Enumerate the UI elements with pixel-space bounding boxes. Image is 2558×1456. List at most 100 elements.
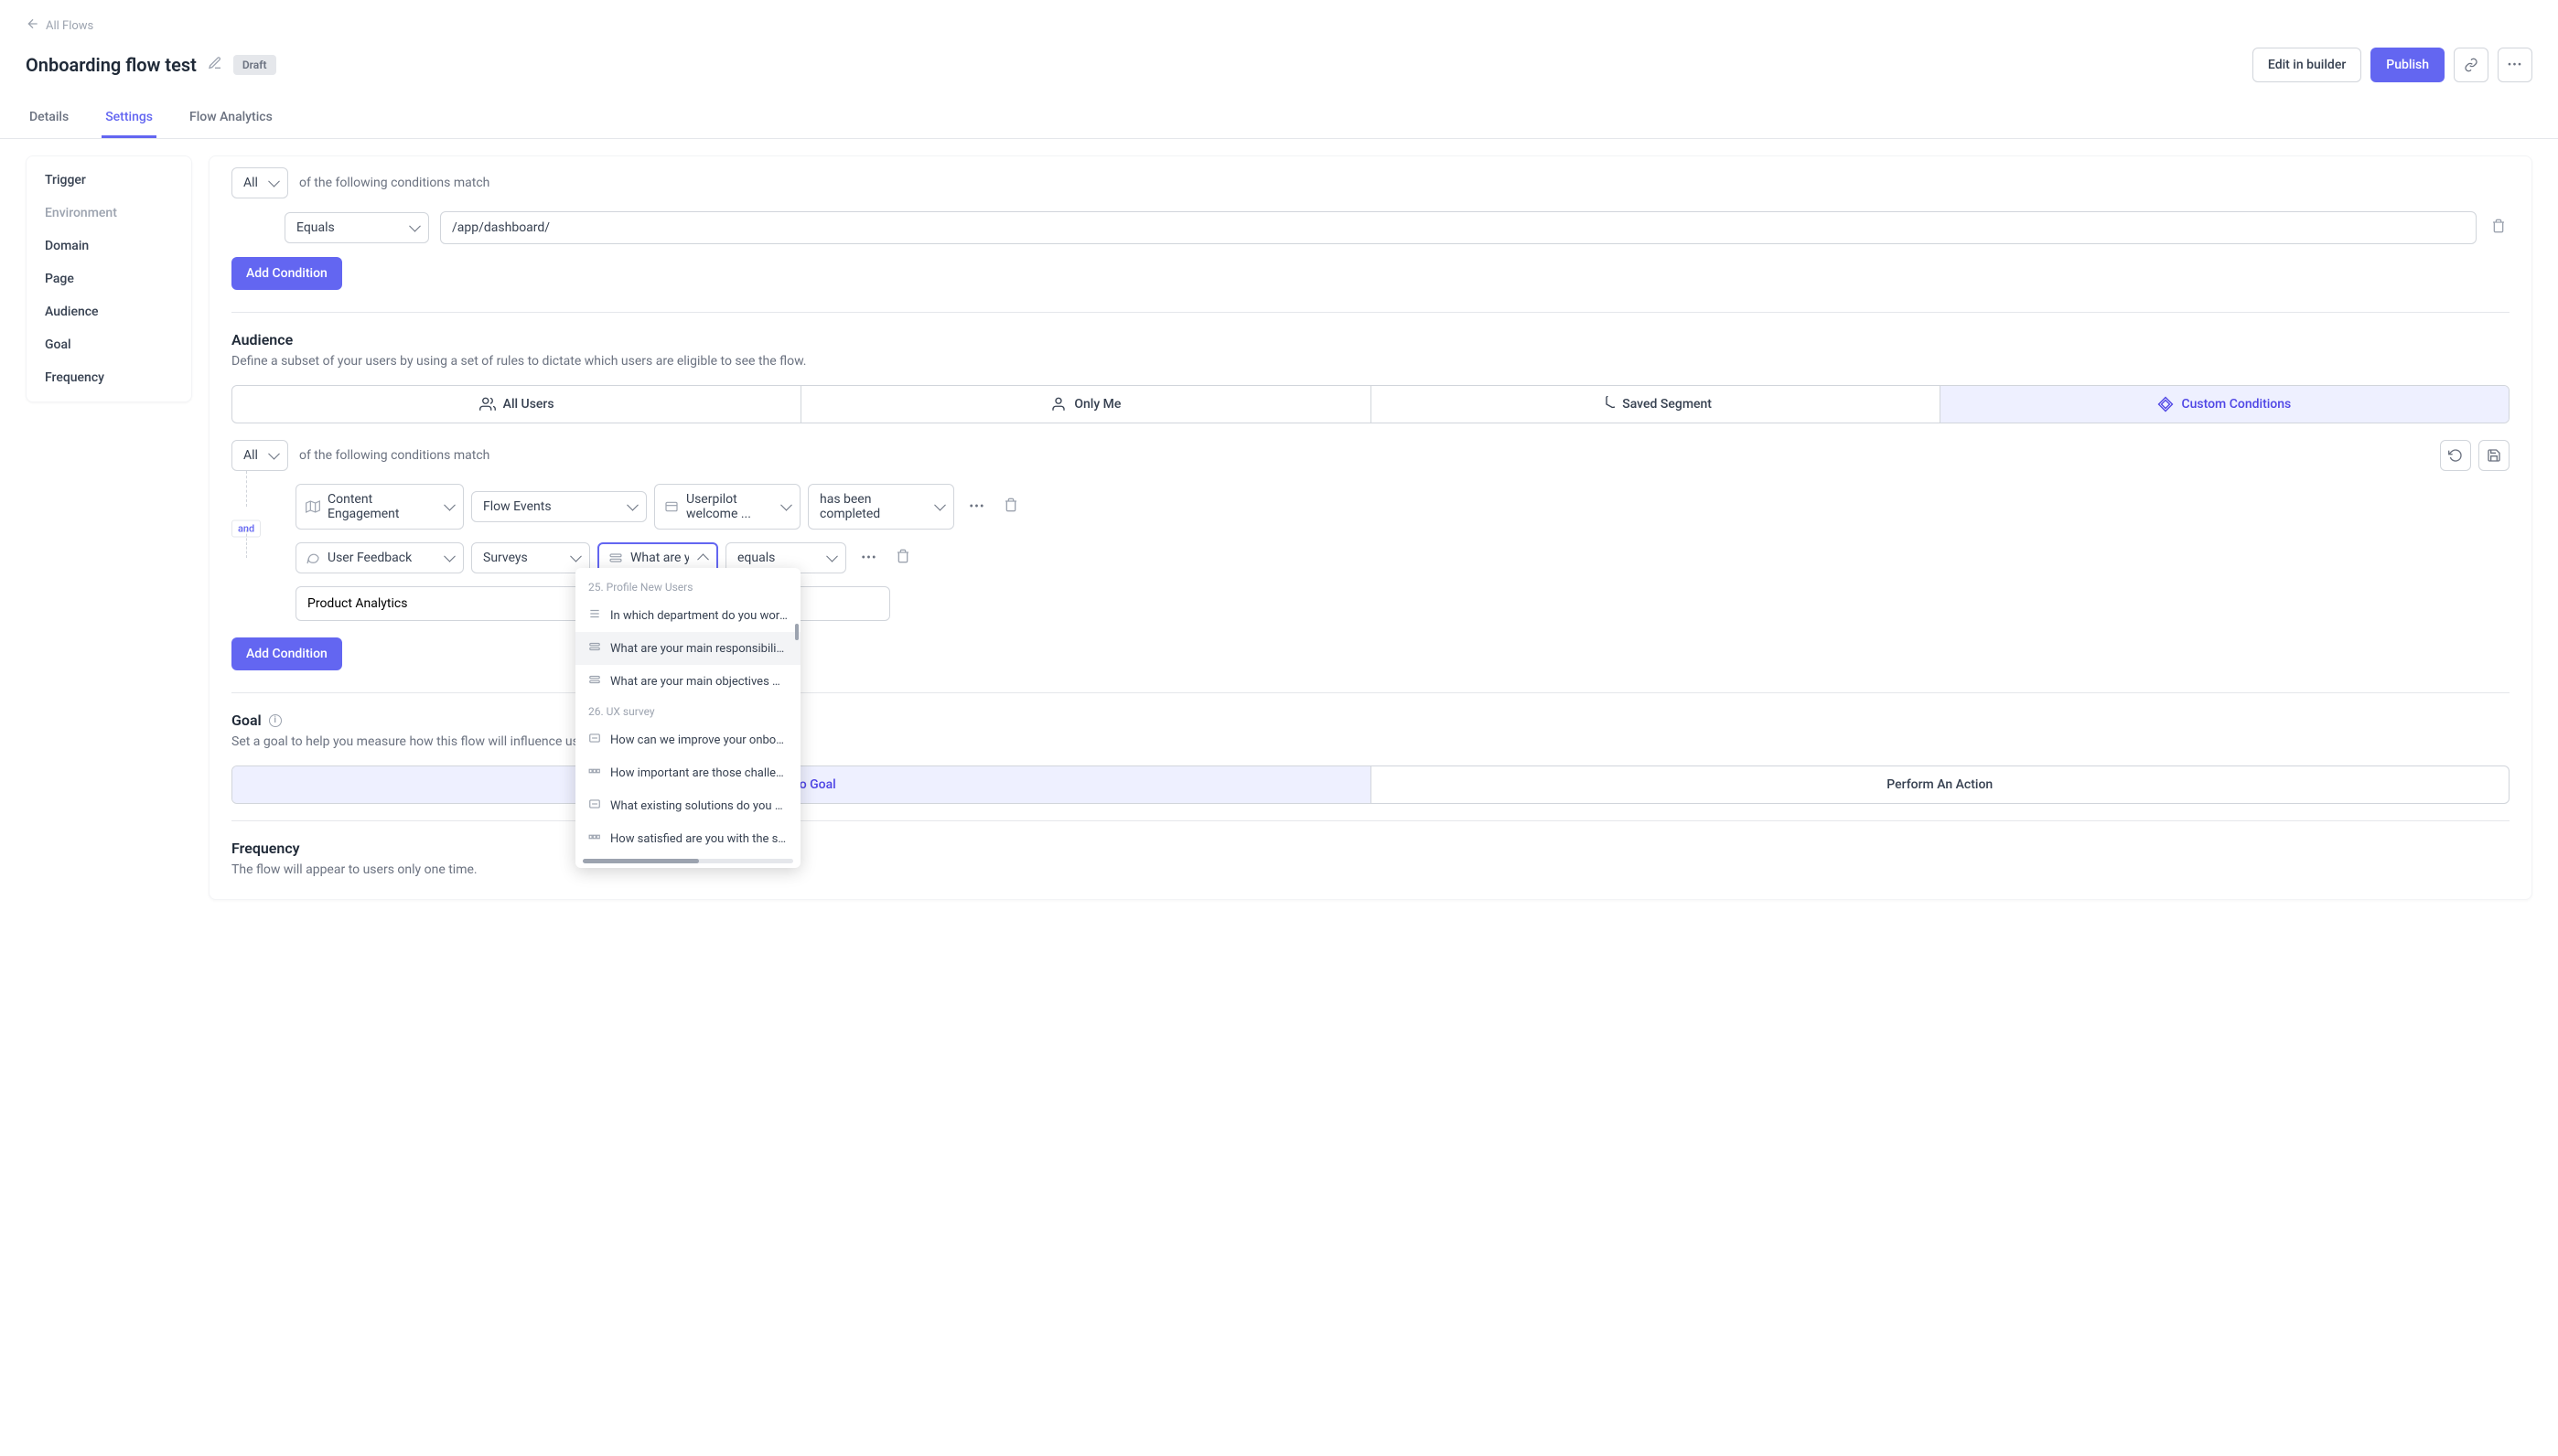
tabs-bar: Details Settings Flow Analytics: [0, 99, 2558, 139]
cond1-category-select[interactable]: Content Engagement: [296, 484, 464, 530]
cond1-item-value: Userpilot welcome ...: [686, 492, 770, 521]
dropdown-opt-text: How satisfied are you with the solution?: [610, 832, 788, 846]
dropdown-option-existing-solutions[interactable]: What existing solutions do you use to so…: [575, 789, 801, 822]
save-icon: [2487, 448, 2501, 463]
tab-settings[interactable]: Settings: [102, 99, 156, 138]
sidenav-goal[interactable]: Goal: [34, 328, 184, 361]
list-icon: [588, 607, 601, 624]
dropdown-opt-text: How important are those challenges for t…: [610, 766, 788, 780]
cond1-state-value: has been completed: [820, 492, 924, 521]
refresh-icon: [2448, 448, 2463, 463]
cond1-type-select[interactable]: Flow Events: [471, 491, 647, 522]
arrow-left-icon: [26, 16, 40, 35]
scale-icon: [588, 830, 601, 847]
goal-segment-control: No Goal Perform An Action: [231, 765, 2510, 804]
page-value-input[interactable]: [440, 211, 2477, 244]
trash-icon: [2491, 219, 2506, 233]
cond1-type-value: Flow Events: [483, 499, 552, 514]
segment-me-label: Only Me: [1074, 397, 1121, 412]
sidenav-domain[interactable]: Domain: [34, 230, 184, 262]
text-icon: [588, 798, 601, 814]
dropdown-horizontal-scrollbar[interactable]: [583, 859, 793, 863]
more-dots-icon: •••: [861, 551, 876, 565]
question-dropdown[interactable]: 25. Profile New Users In which departmen…: [575, 568, 801, 868]
goal-perform-label: Perform An Action: [1886, 777, 1993, 792]
radio-icon: [608, 551, 623, 565]
page-match-mode-select[interactable]: All: [231, 167, 288, 198]
page-match-text: of the following conditions match: [299, 176, 489, 190]
sidenav-frequency[interactable]: Frequency: [34, 361, 184, 394]
dropdown-option-dept[interactable]: In which department do you work?: [575, 599, 801, 632]
sidenav-trigger[interactable]: Trigger: [34, 164, 184, 197]
cond1-state-select[interactable]: has been completed: [808, 484, 954, 530]
cond1-item-select[interactable]: Userpilot welcome ...: [654, 484, 801, 530]
segment-custom-label: Custom Conditions: [2181, 397, 2291, 412]
diamond-icon: [2157, 396, 2174, 412]
trash-icon: [1004, 498, 1018, 512]
cond2-category-value: User Feedback: [328, 551, 412, 565]
cond2-question-value: What are yo: [630, 551, 689, 565]
dropdown-option-improve-onboarding[interactable]: How can we improve your onboarding e...: [575, 723, 801, 756]
sidenav-environment[interactable]: Environment: [34, 197, 184, 230]
edit-title-icon[interactable]: [208, 56, 222, 74]
text-icon: [588, 732, 601, 748]
dropdown-opt-text: What are your main responsibilities?: [610, 642, 788, 656]
cond2-more-button[interactable]: •••: [854, 542, 885, 573]
radio-icon: [588, 673, 601, 690]
tab-flow-analytics[interactable]: Flow Analytics: [186, 99, 276, 138]
goal-none[interactable]: No Goal: [232, 766, 1371, 803]
more-dots-icon: •••: [2508, 59, 2523, 72]
status-badge: Draft: [233, 55, 276, 75]
cond1-delete[interactable]: [1000, 494, 1022, 519]
dropdown-option-responsibilities[interactable]: What are your main responsibilities?: [575, 632, 801, 665]
user-icon: [1050, 396, 1067, 412]
card-icon: [664, 499, 679, 514]
dropdown-opt-text: What existing solutions do you use to so…: [610, 799, 788, 813]
audience-match-mode-select[interactable]: All: [231, 440, 288, 471]
audience-title: Audience: [231, 331, 2510, 348]
edit-in-builder-button[interactable]: Edit in builder: [2252, 48, 2361, 82]
scale-icon: [588, 765, 601, 781]
audience-segment-control: All Users Only Me Saved Segment Custom C…: [231, 385, 2510, 423]
sidenav-page[interactable]: Page: [34, 262, 184, 295]
page-operator-value: Equals: [296, 220, 335, 235]
tab-details[interactable]: Details: [26, 99, 72, 138]
back-all-flows[interactable]: All Flows: [26, 16, 93, 35]
goal-desc: Set a goal to help you measure how this …: [231, 734, 2510, 749]
trash-icon: [896, 549, 910, 563]
frequency-title: Frequency: [231, 840, 2510, 857]
share-link-button[interactable]: [2454, 48, 2488, 82]
save-conditions-button[interactable]: [2478, 440, 2510, 471]
page-add-condition-button[interactable]: Add Condition: [231, 257, 342, 290]
more-actions-button[interactable]: •••: [2498, 48, 2532, 82]
page-match-mode-value: All: [243, 176, 258, 190]
audience-add-condition-button[interactable]: Add Condition: [231, 637, 342, 670]
cond1-more-button[interactable]: •••: [962, 491, 993, 522]
cond2-category-select[interactable]: User Feedback: [296, 542, 464, 573]
dropdown-option-satisfied[interactable]: How satisfied are you with the solution?: [575, 822, 801, 855]
goal-perform-action[interactable]: Perform An Action: [1371, 766, 2510, 803]
page-operator-select[interactable]: Equals: [285, 212, 429, 243]
sidenav-audience[interactable]: Audience: [34, 295, 184, 328]
segment-saved-label: Saved Segment: [1622, 397, 1712, 412]
goal-info-icon[interactable]: i: [269, 714, 282, 727]
link-icon: [2464, 58, 2478, 72]
segment-all-label: All Users: [503, 397, 554, 412]
dropdown-group-25: 25. Profile New Users: [575, 573, 801, 599]
page-title: Onboarding flow test: [26, 54, 197, 76]
publish-button[interactable]: Publish: [2370, 48, 2445, 82]
dropdown-option-important-challenges[interactable]: How important are those challenges for t…: [575, 756, 801, 789]
page-cond-delete[interactable]: [2488, 215, 2510, 241]
cond2-type-select[interactable]: Surveys: [471, 542, 590, 573]
segment-saved[interactable]: Saved Segment: [1371, 386, 1940, 423]
cond2-delete[interactable]: [892, 545, 914, 571]
dropdown-scrollbar[interactable]: [795, 624, 799, 640]
dropdown-option-objectives[interactable]: What are your main objectives with User.…: [575, 665, 801, 698]
reset-conditions-button[interactable]: [2440, 440, 2471, 471]
segment-only-me[interactable]: Only Me: [801, 386, 1370, 423]
segment-all-users[interactable]: All Users: [232, 386, 801, 423]
segment-custom[interactable]: Custom Conditions: [1940, 386, 2509, 423]
dropdown-group-26: 26. UX survey: [575, 698, 801, 723]
map-icon: [306, 499, 320, 514]
frequency-desc: The flow will appear to users only one t…: [231, 862, 2510, 877]
